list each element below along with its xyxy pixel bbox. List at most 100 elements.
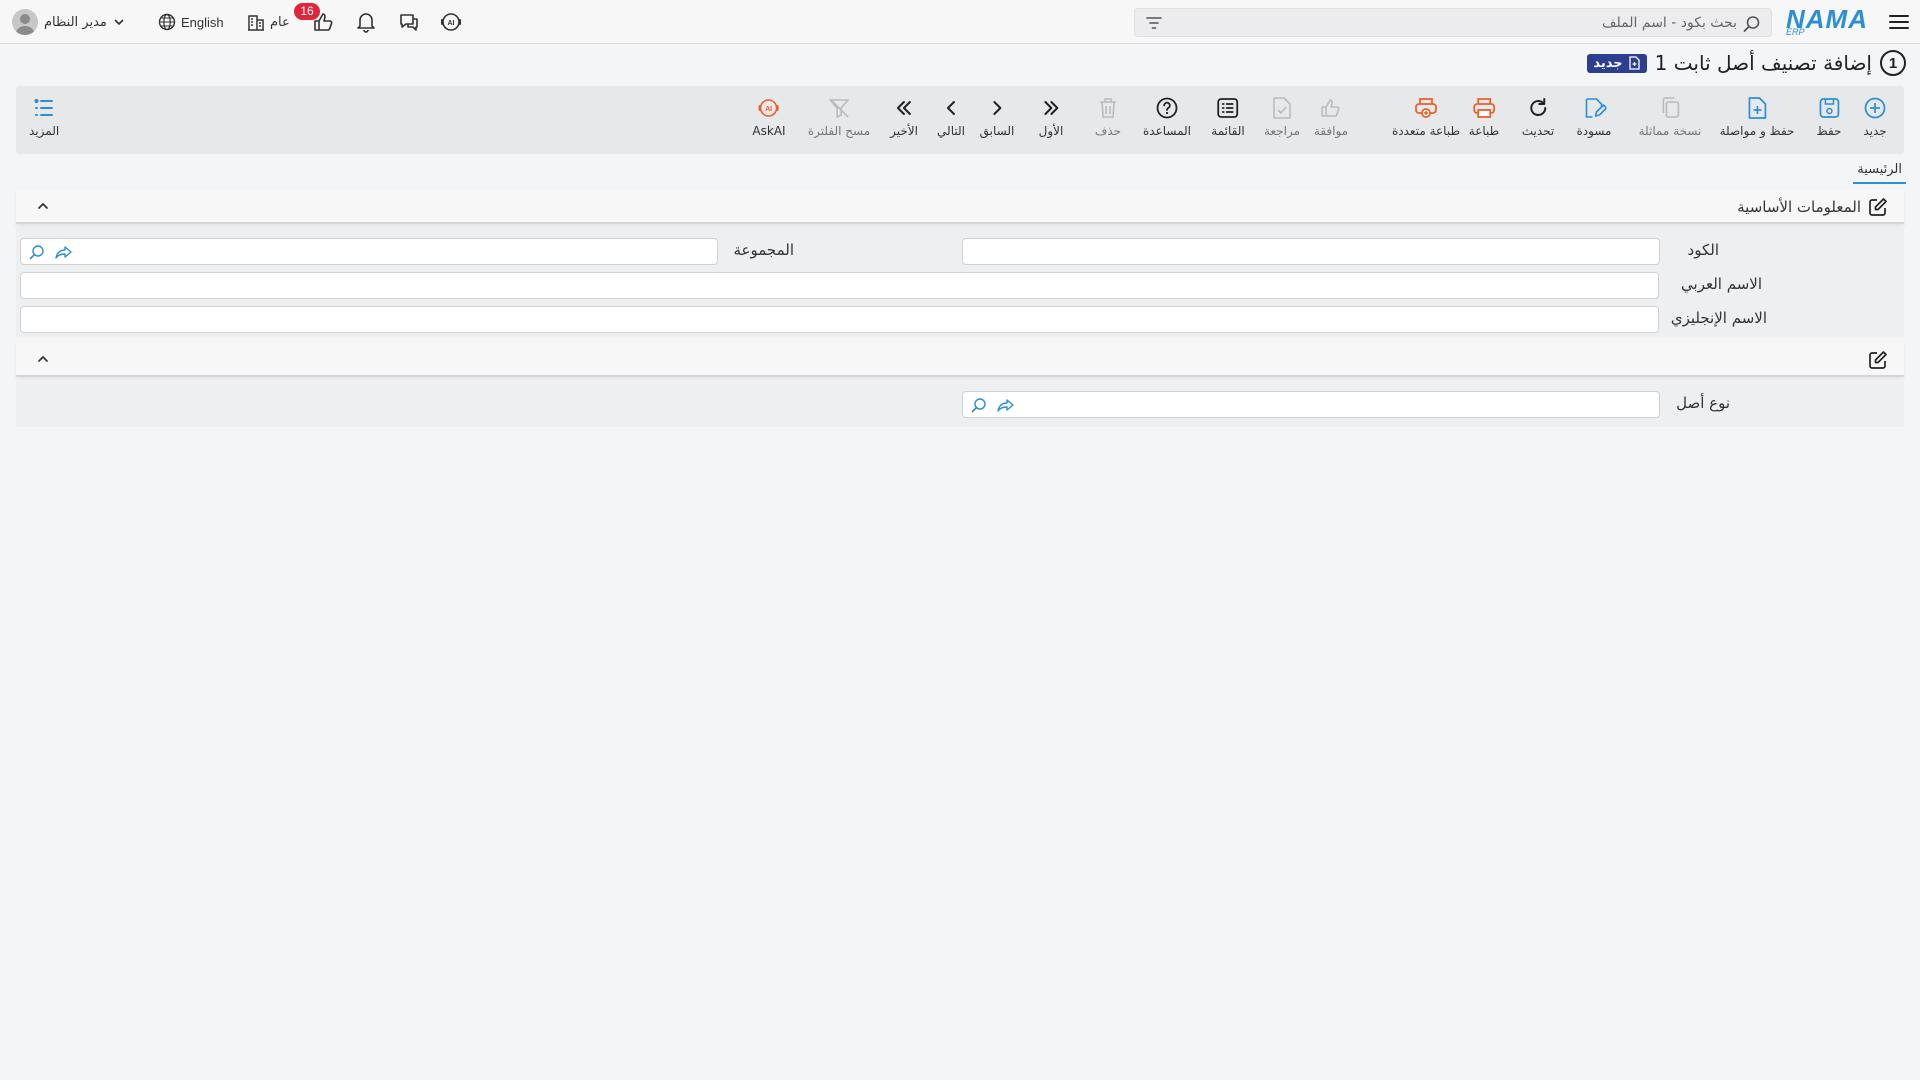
save-icon	[1817, 95, 1841, 121]
new-button[interactable]: جديد	[1863, 95, 1887, 147]
company-selector[interactable]: عام	[246, 0, 290, 44]
svg-text:AI: AI	[766, 106, 773, 113]
english-name-input[interactable]	[21, 307, 1658, 332]
user-menu[interactable]: مدير النظام	[12, 0, 125, 44]
section-asset-type-header[interactable]	[16, 343, 1904, 377]
asset-type-field[interactable]	[962, 391, 1660, 418]
delete-button[interactable]: حذف	[1095, 95, 1121, 147]
building-icon	[248, 15, 264, 31]
clear-filter-button[interactable]: مسح الفلترة	[808, 95, 870, 147]
thumbs-up-icon	[1319, 95, 1343, 121]
step-number-icon: 1	[1880, 50, 1906, 76]
arabic-name-label: الاسم العربي	[1681, 275, 1762, 293]
print-label: طباعة	[1468, 124, 1500, 138]
language-switcher[interactable]: English	[158, 0, 224, 44]
logo-sub: ERP	[1786, 27, 1805, 37]
more-label: المزيد	[29, 124, 60, 138]
save-and-continue-button[interactable]: حفظ و مواصلة	[1720, 95, 1794, 147]
previous-record-button[interactable]: السابق	[979, 95, 1015, 147]
first-record-label: الأول	[1038, 124, 1064, 138]
code-input[interactable]	[963, 239, 1659, 264]
approve-button[interactable]: موافقة	[1314, 95, 1348, 147]
asset-type-input[interactable]	[963, 392, 1659, 417]
notifications-bell-icon[interactable]	[353, 0, 379, 44]
chevron-right-icon	[986, 95, 1008, 121]
group-input[interactable]	[21, 239, 717, 264]
more-button[interactable]: المزيد	[29, 95, 59, 147]
chevrons-double-left-icon	[893, 95, 915, 121]
status-badge: جديد	[1587, 53, 1647, 73]
global-search	[1134, 8, 1772, 37]
delete-label: حذف	[1094, 124, 1122, 138]
last-record-label: الأخير	[890, 124, 918, 138]
search-input[interactable]	[1179, 12, 1737, 34]
review-button[interactable]: مراجعة	[1264, 95, 1300, 147]
asset-type-label: نوع أصل	[1676, 394, 1730, 412]
chat-icon[interactable]	[396, 0, 422, 44]
code-field[interactable]	[962, 238, 1660, 265]
save-label: حفظ	[1816, 124, 1842, 138]
edit-icon	[1869, 351, 1887, 369]
plus-circle-icon	[1863, 95, 1887, 121]
ai-headset-icon: AI	[757, 95, 781, 121]
last-record-button[interactable]: الأخير	[890, 95, 918, 147]
multi-print-button[interactable]: طباعة متعددة	[1392, 95, 1460, 147]
tab-main[interactable]: الرئيسية	[1853, 158, 1906, 184]
filter-off-icon	[827, 95, 851, 121]
multi-print-label: طباعة متعددة	[1391, 124, 1461, 138]
chevron-up-icon[interactable]	[36, 353, 50, 365]
chevron-down-icon	[114, 19, 124, 26]
language-label: English	[181, 14, 224, 30]
review-label: مراجعة	[1263, 124, 1301, 138]
search-icon	[1743, 15, 1761, 33]
likes-button[interactable]: 16	[294, 0, 338, 44]
draft-button[interactable]: مسودة	[1576, 95, 1612, 147]
ask-ai-button[interactable]: AI AskAI	[752, 95, 786, 147]
search-refresh-icon[interactable]	[29, 244, 45, 260]
edit-draft-icon	[1582, 95, 1606, 121]
print-button[interactable]: طباعة	[1469, 95, 1499, 147]
draft-label: مسودة	[1576, 124, 1612, 138]
english-name-label: الاسم الإنجليزي	[1670, 309, 1767, 327]
group-field[interactable]	[20, 238, 718, 265]
page-title-row: 1 إضافة تصنيف أصل ثابت 1 جديد	[1587, 48, 1906, 78]
list-label: القائمة	[1211, 124, 1245, 138]
help-label: المساعدة	[1142, 124, 1192, 138]
section-basic-info-header[interactable]: المعلومات الأساسية	[16, 190, 1904, 224]
save-button[interactable]: حفظ	[1816, 95, 1842, 147]
section-basic-info-body: الكود المجموعة الاسم العربي الاسم الإنجل…	[16, 226, 1904, 338]
help-button[interactable]: المساعدة	[1143, 95, 1191, 147]
printer-icon	[1471, 95, 1497, 121]
svg-text:AI: AI	[448, 20, 455, 27]
next-record-button[interactable]: التالي	[937, 95, 965, 147]
english-name-field[interactable]	[20, 306, 1659, 333]
previous-record-label: السابق	[979, 124, 1015, 138]
refresh-button[interactable]: تحديث	[1522, 95, 1554, 147]
share-arrow-icon[interactable]	[55, 244, 73, 260]
share-arrow-icon[interactable]	[997, 397, 1015, 413]
clear-filter-label: مسح الفلترة	[807, 124, 871, 138]
top-bar: NAMA ERP AI 16 عام English مدير النظام	[0, 0, 1920, 44]
section-asset-type-body: نوع أصل	[16, 379, 1904, 427]
hamburger-menu-icon[interactable]	[1886, 0, 1912, 44]
section-title-label: المعلومات الأساسية	[1737, 198, 1861, 216]
arabic-name-field[interactable]	[20, 272, 1659, 299]
new-label: جديد	[1863, 124, 1887, 138]
globe-icon	[158, 13, 176, 31]
duplicate-button[interactable]: نسخة مماثلة	[1639, 95, 1701, 147]
company-name: عام	[270, 14, 290, 30]
action-toolbar: جديد حفظ حفظ و مواصلة نسخة مماثلة مسودة …	[16, 86, 1904, 154]
app-logo[interactable]: NAMA ERP	[1786, 0, 1870, 44]
search-refresh-icon[interactable]	[971, 397, 987, 413]
ai-assistant-icon[interactable]: AI	[438, 0, 464, 44]
arabic-name-input[interactable]	[21, 273, 1658, 298]
section-title: المعلومات الأساسية	[1737, 197, 1888, 217]
page-title: إضافة تصنيف أصل ثابت 1	[1654, 51, 1872, 75]
first-record-button[interactable]: الأول	[1038, 95, 1064, 147]
filter-icon[interactable]	[1145, 15, 1163, 31]
chevron-left-icon	[940, 95, 962, 121]
list-button[interactable]: القائمة	[1211, 95, 1245, 147]
list-icon	[1216, 95, 1240, 121]
chevron-up-icon[interactable]	[36, 200, 50, 212]
tab-bar: الرئيسية	[1853, 158, 1906, 186]
